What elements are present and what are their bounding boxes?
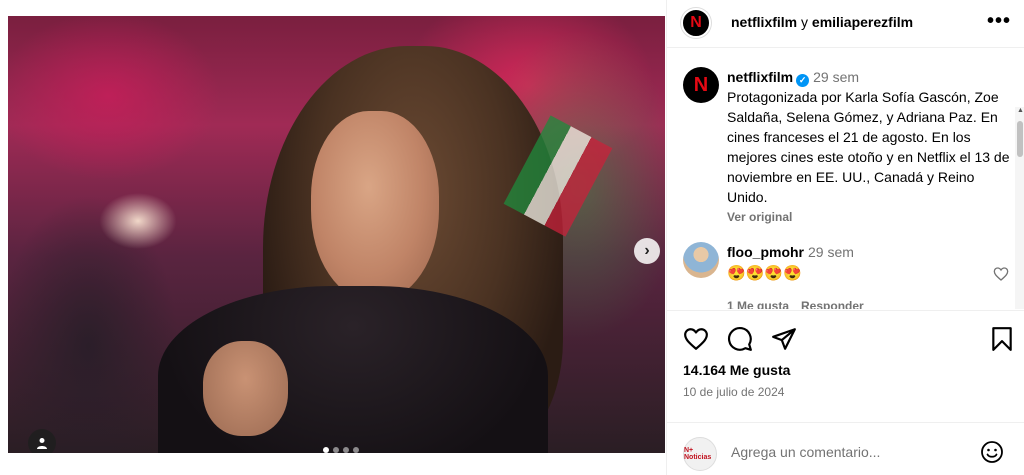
comment-header: floo_pmohr 29 sem [727, 242, 977, 262]
user-tag-icon [37, 438, 47, 449]
scroll-up-icon[interactable]: ▲ [1017, 107, 1024, 114]
photo-face [311, 111, 439, 301]
carousel-dot [353, 447, 359, 453]
comment-meta: 1 Me gusta Responder [727, 299, 977, 309]
scrollbar-thumb[interactable] [1017, 121, 1023, 157]
caption-header: netflixfilm ✓ 29 sem [727, 67, 1013, 87]
post-header: N netflixfilm y emiliaperezfilm ••• [667, 0, 1024, 48]
post-media[interactable]: › [8, 16, 665, 453]
comment-input[interactable] [731, 441, 971, 463]
comments-scrollbar[interactable]: ▲ ▼ [1015, 107, 1024, 309]
photo-hand [203, 341, 288, 436]
comment-content: floo_pmohr 29 sem 😍😍😍😍 1 Me gusta Responde… [727, 242, 977, 309]
caption-time[interactable]: 29 sem [813, 69, 859, 85]
owner-username-link[interactable]: netflixfilm [731, 14, 797, 30]
like-icon[interactable] [683, 326, 709, 352]
comment-icon[interactable] [727, 326, 753, 352]
caption-avatar[interactable]: N [683, 67, 719, 103]
comment-username[interactable]: floo_pmohr [727, 244, 804, 260]
collaborator-username-link[interactable]: emiliaperezfilm [812, 14, 913, 30]
comment-text: 😍😍😍😍 [727, 265, 802, 282]
reply-button[interactable]: Responder [801, 299, 864, 309]
verified-badge-icon: ✓ [796, 74, 810, 87]
more-icon: ••• [986, 10, 1011, 32]
carousel-dot [333, 447, 339, 453]
add-comment-bar: N+ Noticias [667, 422, 1024, 475]
next-slide-button[interactable]: › [634, 238, 660, 264]
likes-count[interactable]: 14.164 Me gusta [683, 362, 790, 378]
action-bar [667, 310, 1024, 352]
carousel-dot [323, 447, 329, 453]
see-original-button[interactable]: Ver original [727, 210, 1013, 224]
carousel-dots [323, 447, 359, 453]
post-side-panel: N netflixfilm y emiliaperezfilm ••• N ne… [666, 0, 1024, 475]
commenter-avatar[interactable] [683, 242, 719, 278]
post-date[interactable]: 10 de julio de 2024 [683, 385, 784, 399]
caption-username[interactable]: netflixfilm [727, 69, 793, 85]
carousel-dot [343, 447, 349, 453]
comments-area[interactable]: N netflixfilm ✓ 29 sem Protagonizada por K… [667, 49, 1024, 309]
tagged-users-button[interactable] [28, 429, 56, 453]
caption-content: netflixfilm ✓ 29 sem Protagonizada por Kar… [727, 67, 1013, 224]
comment-likes-link[interactable]: 1 Me gusta [727, 299, 789, 309]
owners-separator: y [801, 14, 809, 30]
more-options-button[interactable]: ••• [987, 10, 1011, 33]
caption-text: Protagonizada por Karla Sofía Gascón, Zo… [727, 89, 1010, 205]
share-icon[interactable] [771, 326, 797, 352]
current-user-avatar: N+ Noticias [683, 437, 717, 471]
owner-avatar[interactable]: N [681, 8, 711, 38]
comment-like-icon[interactable] [993, 266, 1009, 282]
post-owners: netflixfilm y emiliaperezfilm [731, 14, 913, 30]
save-icon[interactable] [989, 326, 1015, 352]
comment-time[interactable]: 29 sem [808, 244, 854, 260]
emoji-icon[interactable] [980, 440, 1004, 464]
next-icon: › [644, 242, 650, 259]
